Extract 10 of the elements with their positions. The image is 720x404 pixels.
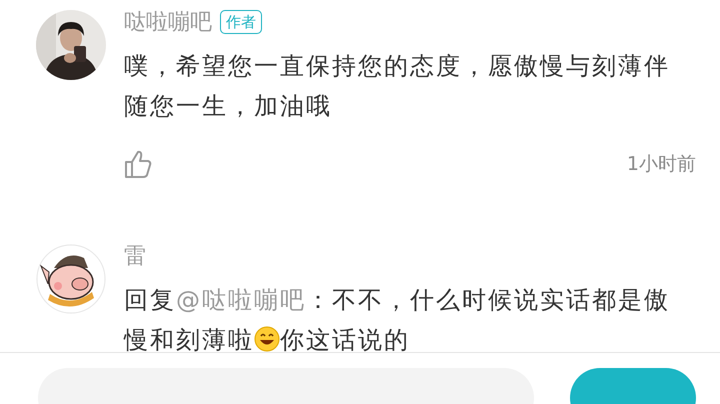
comment-text: 噗，希望您一直保持您的态度，愿傲慢与刻薄伴随您一生，加油哦 [124,51,671,122]
comment-time: 1小时前 [626,152,696,177]
grinning-emoji-icon [254,326,280,352]
pig-avatar-drawing [36,244,106,314]
thumbs-up-icon[interactable] [124,149,152,179]
author-badge: 作者 [220,10,262,34]
comment-text: 回复@哒啦嘣吧：不不，什么时候说实话都是傲慢和刻薄啦 你这话说的 [124,285,671,352]
mention-link[interactable]: @哒啦嘣吧 [176,286,306,314]
user-name[interactable]: 雷 [124,241,146,271]
user-name[interactable]: 哒啦嘣吧 [124,7,212,37]
